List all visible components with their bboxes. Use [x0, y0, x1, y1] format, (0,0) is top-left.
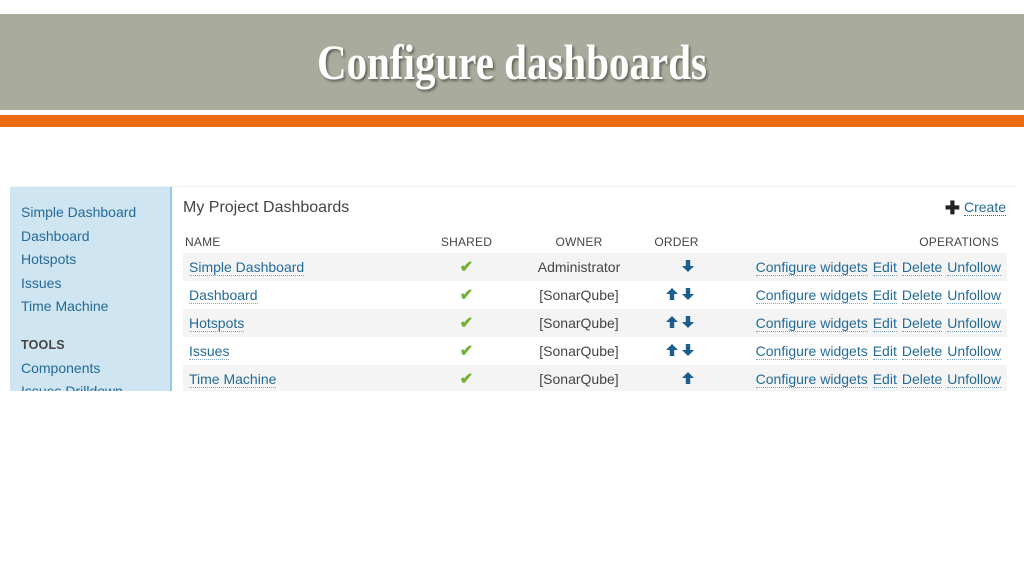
dashboard-name-link[interactable]: Issues	[189, 343, 230, 360]
unfollow-link[interactable]: Unfollow	[947, 259, 1001, 276]
dashboard-name-link[interactable]: Simple Dashboard	[189, 259, 305, 276]
cell-shared: ✔	[424, 281, 509, 309]
plus-icon: ✚	[944, 197, 960, 218]
configure-widgets-link[interactable]: Configure widgets	[755, 343, 868, 360]
arrow-up-icon[interactable]	[681, 371, 695, 388]
create-button[interactable]: ✚ Create	[944, 197, 1006, 218]
cell-order	[649, 337, 704, 365]
unfollow-link[interactable]: Unfollow	[947, 343, 1001, 360]
dashboard-name-link[interactable]: Hotspots	[189, 315, 245, 332]
table-row: Hotspots ✔ [SonarQube] Configure widgets Edi…	[183, 309, 1007, 337]
cell-owner: Administrator	[537, 259, 621, 275]
delete-link[interactable]: Delete	[901, 287, 943, 304]
header-operations: OPERATIONS	[919, 235, 999, 249]
sidebar-item-issues[interactable]: Issues	[21, 272, 136, 296]
cell-shared: ✔	[424, 365, 509, 391]
sidebar-item-dashboard[interactable]: Dashboard	[21, 225, 136, 249]
cell-operations: Configure widgets Edit Delete Unfollow	[704, 281, 1007, 309]
edit-link[interactable]: Edit	[872, 371, 897, 388]
cell-name: Time Machine	[183, 365, 424, 391]
dashboards-table: NAME SHARED OWNER ORDER OPERATIONS Simpl…	[183, 231, 1007, 391]
header-order: ORDER	[654, 235, 699, 249]
delete-link[interactable]: Delete	[901, 371, 943, 388]
cell-owner: [SonarQube]	[539, 287, 619, 303]
cell-name: Hotspots	[183, 309, 424, 337]
edit-link[interactable]: Edit	[872, 315, 897, 332]
table-header-row: NAME SHARED OWNER ORDER OPERATIONS	[183, 231, 1007, 253]
cell-operations: Configure widgets Edit Delete Unfollow	[704, 365, 1007, 391]
cell-shared: ✔	[424, 253, 509, 281]
header-name: NAME	[185, 235, 221, 249]
cell-operations: Configure widgets Edit Delete Unfollow	[704, 309, 1007, 337]
create-label: Create	[963, 199, 1006, 216]
cell-name: Issues	[183, 337, 424, 365]
sidebar-list: Simple Dashboard Dashboard Hotspots Issu…	[21, 201, 136, 391]
header-owner: OWNER	[555, 235, 603, 249]
cell-owner: [SonarQube]	[539, 315, 619, 331]
accent-rule	[0, 115, 1024, 127]
arrow-down-icon[interactable]	[681, 259, 695, 276]
configure-widgets-link[interactable]: Configure widgets	[755, 259, 868, 276]
sidebar-item-issues-drilldown[interactable]: Issues Drilldown	[21, 380, 136, 391]
check-icon: ✔	[459, 259, 474, 276]
cell-operations: Configure widgets Edit Delete Unfollow	[704, 253, 1007, 281]
check-icon: ✔	[459, 343, 474, 360]
sidebar-item-components[interactable]: Components	[21, 357, 136, 381]
unfollow-link[interactable]: Unfollow	[947, 371, 1001, 388]
configure-widgets-link[interactable]: Configure widgets	[755, 315, 868, 332]
delete-link[interactable]: Delete	[901, 343, 943, 360]
configure-widgets-link[interactable]: Configure widgets	[755, 371, 868, 388]
cell-operations: Configure widgets Edit Delete Unfollow	[704, 337, 1007, 365]
cell-owner: [SonarQube]	[539, 343, 619, 359]
delete-link[interactable]: Delete	[901, 259, 943, 276]
edit-link[interactable]: Edit	[872, 259, 897, 276]
table-row: Simple Dashboard ✔ Administrator Configure …	[183, 253, 1007, 281]
arrow-down-icon[interactable]	[681, 287, 695, 304]
configure-widgets-link[interactable]: Configure widgets	[755, 287, 868, 304]
arrow-down-icon[interactable]	[681, 315, 695, 332]
cell-name: Dashboard	[183, 281, 424, 309]
slide-title: Configure dashboards	[317, 34, 707, 90]
arrow-up-icon[interactable]	[665, 315, 679, 332]
cell-shared: ✔	[424, 337, 509, 365]
screenshot-panel: Simple Dashboard Dashboard Hotspots Issu…	[10, 186, 1016, 391]
cell-order	[649, 309, 704, 337]
table-row: Issues ✔ [SonarQube] Configure widgets Edit D…	[183, 337, 1007, 365]
cell-owner: [SonarQube]	[539, 371, 619, 387]
edit-link[interactable]: Edit	[872, 287, 897, 304]
arrow-up-icon[interactable]	[665, 343, 679, 360]
cell-order	[649, 253, 704, 281]
sidebar-item-hotspots[interactable]: Hotspots	[21, 248, 136, 272]
arrow-up-icon[interactable]	[665, 287, 679, 304]
table-row: Dashboard ✔ [SonarQube] Configure widgets Ed…	[183, 281, 1007, 309]
check-icon: ✔	[459, 371, 474, 388]
dashboards-panel: My Project Dashboards ✚ Create NAME SHAR…	[172, 187, 1016, 391]
unfollow-link[interactable]: Unfollow	[947, 287, 1001, 304]
dashboard-name-link[interactable]: Time Machine	[189, 371, 277, 388]
edit-link[interactable]: Edit	[872, 343, 897, 360]
sidebar-tools-heading: TOOLS	[21, 337, 65, 352]
check-icon: ✔	[459, 287, 474, 304]
sidebar-item-simple-dashboard[interactable]: Simple Dashboard	[21, 201, 136, 225]
header-shared: SHARED	[440, 235, 493, 249]
unfollow-link[interactable]: Unfollow	[947, 315, 1001, 332]
cell-shared: ✔	[424, 309, 509, 337]
check-icon: ✔	[459, 315, 474, 332]
cell-order	[649, 365, 704, 391]
panel-title: My Project Dashboards	[183, 199, 350, 216]
sidebar: Simple Dashboard Dashboard Hotspots Issu…	[10, 187, 172, 391]
cell-order	[649, 281, 704, 309]
sidebar-item-time-machine[interactable]: Time Machine	[21, 295, 136, 319]
cell-name: Simple Dashboard	[183, 253, 424, 281]
table-row: Time Machine ✔ [SonarQube] Configure widget…	[183, 365, 1007, 391]
title-band: Configure dashboards	[0, 14, 1024, 110]
dashboard-name-link[interactable]: Dashboard	[189, 287, 258, 304]
arrow-down-icon[interactable]	[681, 343, 695, 360]
delete-link[interactable]: Delete	[901, 315, 943, 332]
